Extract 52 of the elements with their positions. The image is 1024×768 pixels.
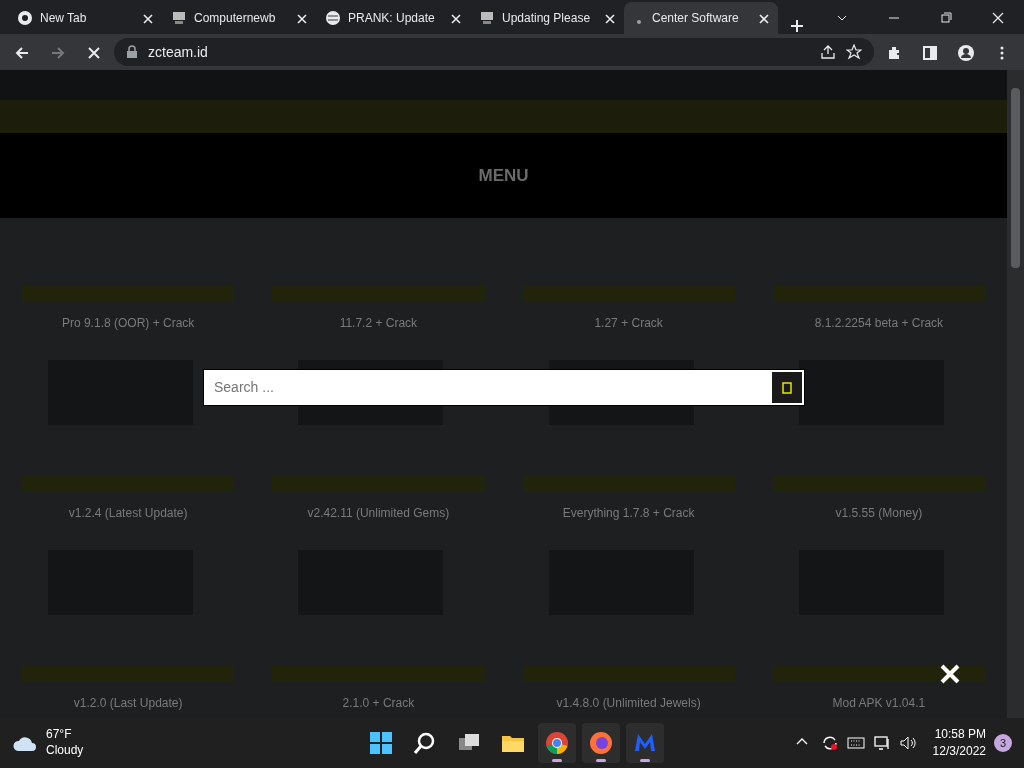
post-title[interactable]: 11.7.2 + Crack (272, 314, 485, 332)
computer-icon (479, 10, 495, 26)
search-field[interactable]: Search ... (206, 372, 772, 403)
loading-icon (637, 20, 641, 24)
close-icon[interactable] (605, 11, 615, 25)
post-title[interactable]: v1.2.4 (Latest Update) (22, 504, 235, 522)
network-icon[interactable] (872, 734, 891, 752)
post-title[interactable]: Mod APK v1.04.1 (772, 694, 985, 712)
post-title[interactable]: v1.4.8.0 (Unlimited Jewels) (522, 694, 735, 712)
chrome-icon (17, 10, 33, 26)
globe-icon (325, 10, 341, 26)
time-text[interactable]: 10:58 PM (932, 726, 986, 743)
close-icon[interactable] (451, 11, 461, 25)
post-title[interactable]: 2.1.0 + Crack (272, 694, 485, 712)
browser-tab[interactable]: New Tab (8, 2, 162, 34)
post-title[interactable]: Pro 9.1.8 (OOR) + Crack (22, 314, 235, 332)
thumbnail-placeholder[interactable] (798, 360, 944, 425)
post-title[interactable]: v2.42.11 (Unlimited Gems) (272, 504, 485, 522)
date-text[interactable]: 12/3/2022 (932, 743, 986, 760)
post-title[interactable]: Everything 1.7.8 + Crack (522, 504, 735, 522)
m-logo-icon[interactable] (626, 723, 664, 763)
close-icon[interactable] (297, 11, 307, 25)
computer-icon (171, 10, 187, 26)
post-title[interactable]: v1.5.55 (Money) (772, 504, 985, 522)
close-icon[interactable] (759, 11, 769, 25)
lock-icon (126, 45, 138, 59)
browser-tab[interactable]: Updating Please (470, 2, 624, 34)
post-title[interactable]: v1.2.0 (Last Update) (22, 694, 235, 712)
chrome-icon[interactable] (538, 723, 576, 763)
url-text: zcteam.id (148, 42, 209, 62)
share-icon[interactable] (820, 44, 836, 60)
volume-icon[interactable] (898, 734, 917, 752)
address-bar[interactable]: zcteam.id (114, 38, 874, 66)
browser-tab[interactable]: Center Software (624, 2, 778, 34)
menu-link[interactable]: MENU (478, 162, 529, 189)
weather-text: Cloudy (46, 743, 84, 759)
firefox-icon[interactable] (582, 723, 620, 763)
browser-tab[interactable]: PRANK: Update (316, 2, 470, 34)
notification-badge[interactable]: 3 (994, 734, 1012, 752)
close-icon[interactable] (938, 662, 962, 686)
close-icon[interactable] (143, 11, 153, 25)
sync-icon[interactable] (820, 734, 839, 752)
scrollbar[interactable] (1007, 70, 1024, 718)
star-icon[interactable] (846, 44, 862, 60)
post-title[interactable]: 1.27 + Crack (522, 314, 735, 332)
browser-tab[interactable]: Computernewb (162, 2, 316, 34)
square-icon (782, 381, 792, 394)
post-title[interactable]: 8.1.2.2254 beta + Crack (772, 314, 985, 332)
temperature-text: 67°F (46, 727, 73, 743)
keyboard-icon[interactable] (846, 734, 865, 752)
search-button[interactable] (772, 372, 802, 403)
scrollbar-thumb[interactable] (1011, 88, 1020, 268)
